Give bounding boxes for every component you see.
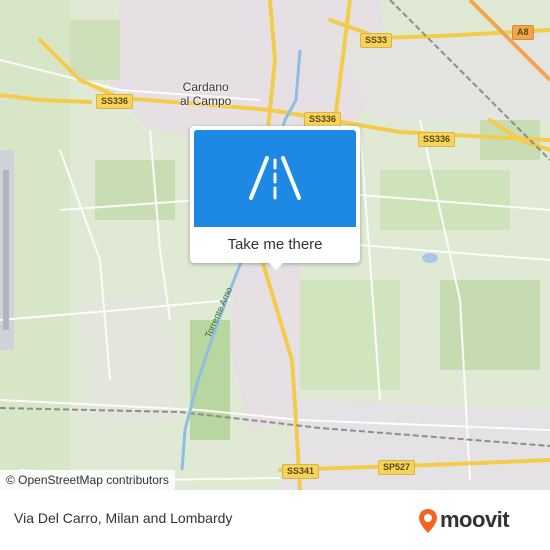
road-label-a8: A8 (512, 25, 534, 40)
place-label-cardano: Cardano al Campo (180, 80, 232, 108)
road-label-ss341: SS341 (282, 464, 320, 479)
popup-pointer (268, 262, 284, 270)
location-title: Via Del Carro, Milan and Lombardy (14, 510, 233, 526)
popup-header (194, 130, 356, 227)
location-pin-icon (418, 508, 438, 534)
directions-popup: Take me there (190, 126, 360, 270)
road-label-ss336-mid: SS336 (304, 112, 342, 127)
map-attribution[interactable]: © OpenStreetMap contributors (0, 470, 175, 490)
road-icon (247, 156, 303, 200)
moovit-logo[interactable]: moovit (418, 506, 536, 534)
road-label-ss336-right: SS336 (418, 132, 456, 147)
brand-name: moovit (440, 507, 510, 532)
road-label-ss33: SS33 (360, 33, 393, 48)
take-me-there-button[interactable]: Take me there (190, 227, 360, 263)
road-label-sp527: SP527 (378, 460, 416, 475)
road-label-ss336-left: SS336 (96, 94, 134, 109)
